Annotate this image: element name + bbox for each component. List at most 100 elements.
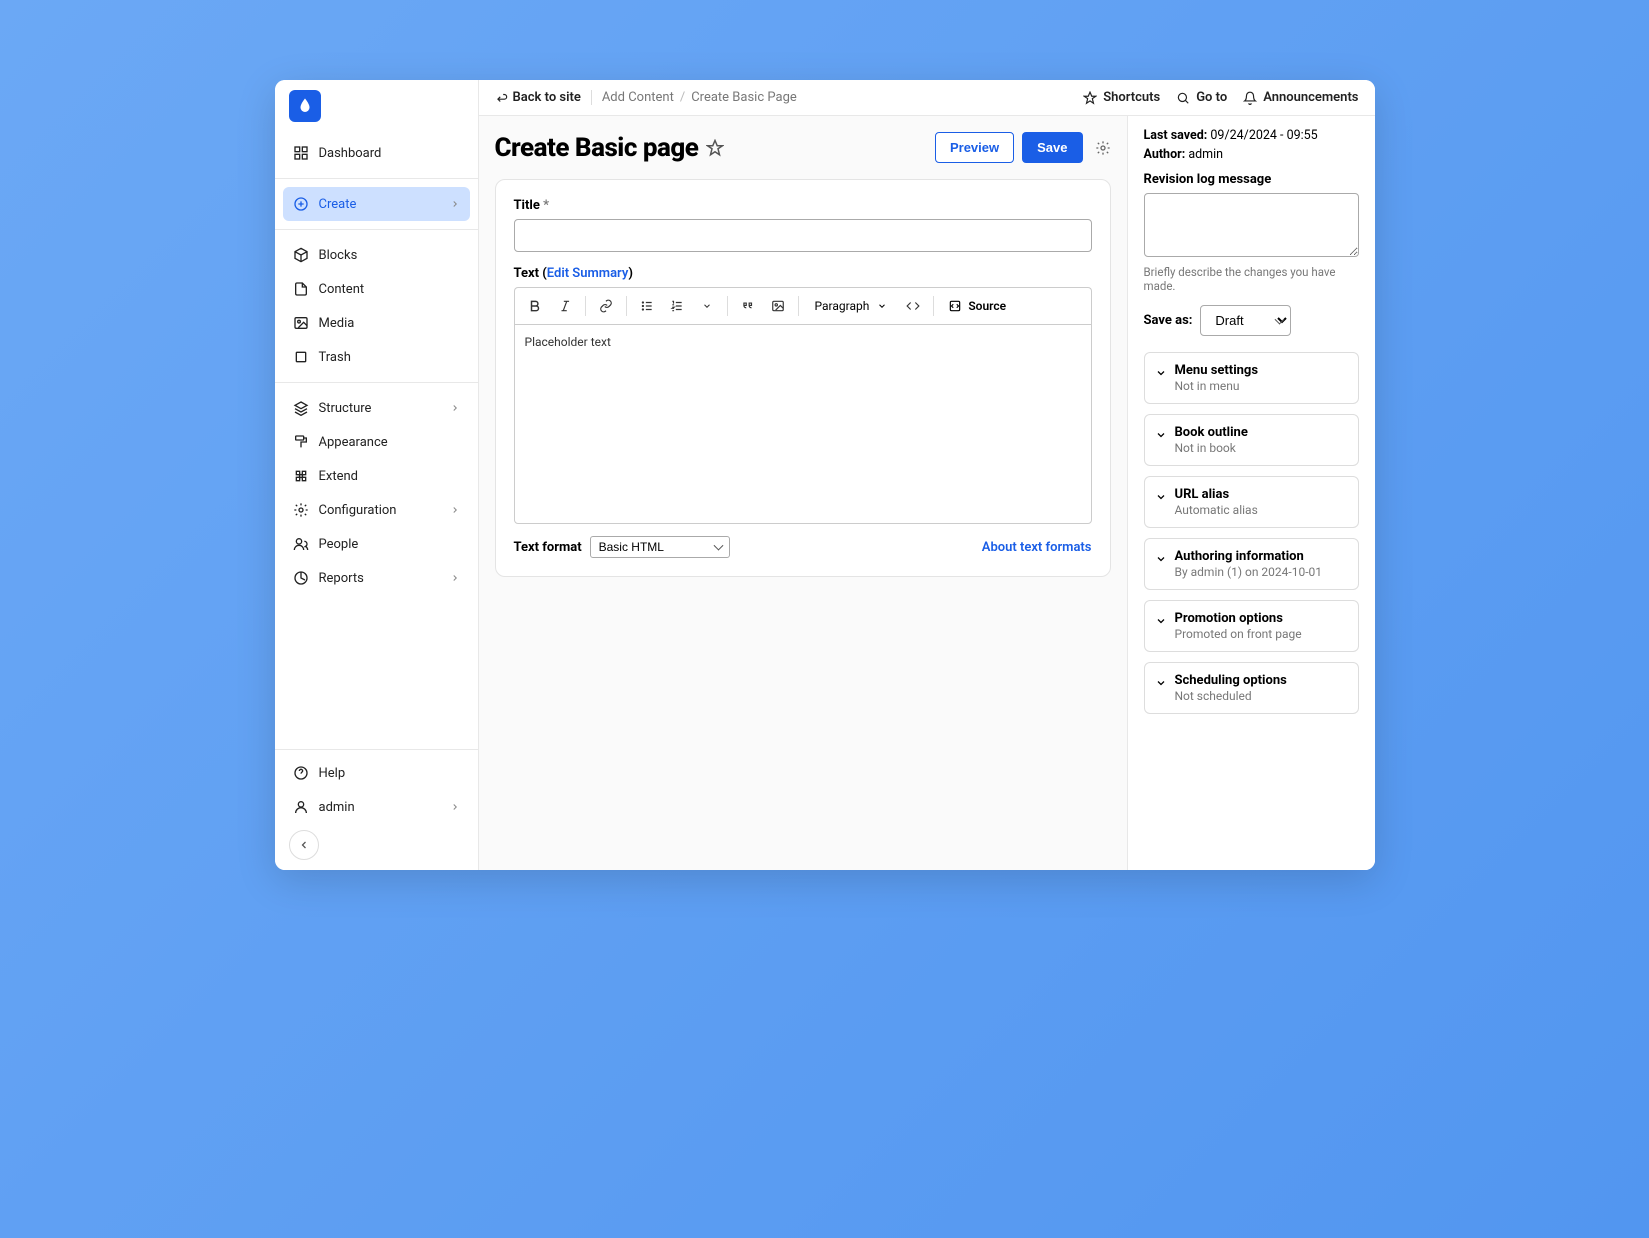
link-button[interactable]: [592, 292, 620, 320]
sidebar-item-admin[interactable]: admin: [283, 790, 470, 824]
code-button[interactable]: [899, 292, 927, 320]
text-format-select[interactable]: Basic HTML: [590, 536, 730, 558]
sidebar-label: Extend: [319, 469, 359, 484]
sidebar-item-dashboard[interactable]: Dashboard: [283, 136, 470, 170]
sidebar-label: admin: [319, 800, 355, 815]
sidebar-label: Media: [319, 316, 355, 331]
app-window: Dashboard Create Blocks Content Media: [275, 80, 1375, 870]
settings-gear-icon[interactable]: [1095, 140, 1111, 156]
save-as-label: Save as:: [1144, 313, 1193, 328]
users-icon: [293, 536, 309, 552]
topbar-left: Back to site Add Content / Create Basic …: [495, 90, 797, 105]
sidebar-item-people[interactable]: People: [283, 527, 470, 561]
report-icon: [293, 570, 309, 586]
sidebar: Dashboard Create Blocks Content Media: [275, 80, 479, 870]
layers-icon: [293, 400, 309, 416]
save-button[interactable]: Save: [1022, 132, 1082, 163]
sidebar-item-reports[interactable]: Reports: [283, 561, 470, 595]
nav-group-1: Dashboard: [275, 132, 478, 174]
save-as-select-wrap: Draft: [1200, 305, 1291, 336]
revision-help: Briefly describe the changes you have ma…: [1144, 265, 1359, 293]
breadcrumb-separator: /: [680, 90, 685, 105]
chevron-down-icon: [1155, 677, 1167, 689]
chevron-right-icon: [450, 573, 460, 583]
sidebar-item-configuration[interactable]: Configuration: [283, 493, 470, 527]
accordion-subtitle: Promoted on front page: [1175, 627, 1302, 641]
bullet-list-button[interactable]: [633, 292, 661, 320]
sidebar-item-create[interactable]: Create: [283, 187, 470, 221]
breadcrumb: Add Content / Create Basic Page: [602, 90, 797, 105]
goto-button[interactable]: Go to: [1176, 90, 1227, 105]
help-icon: [293, 765, 309, 781]
accordion-promotion-options[interactable]: Promotion options Promoted on front page: [1144, 600, 1359, 652]
form-card: Title * Text (Edit Summary): [495, 179, 1111, 577]
chevron-right-icon: [450, 802, 460, 812]
image-button[interactable]: [764, 292, 792, 320]
back-to-site-link[interactable]: Back to site: [495, 90, 592, 105]
required-indicator: *: [543, 198, 549, 213]
announcements-button[interactable]: Announcements: [1243, 90, 1358, 105]
sidebar-item-media[interactable]: Media: [283, 306, 470, 340]
paragraph-dropdown[interactable]: Paragraph: [805, 295, 898, 317]
text-format-select-wrap: Basic HTML: [590, 536, 730, 558]
favorite-star-icon[interactable]: [706, 139, 724, 157]
about-text-formats-link[interactable]: About text formats: [982, 540, 1092, 555]
sidebar-item-blocks[interactable]: Blocks: [283, 238, 470, 272]
source-button[interactable]: Source: [940, 295, 1014, 317]
topbar: Back to site Add Content / Create Basic …: [479, 80, 1375, 116]
main-content: Back to site Add Content / Create Basic …: [479, 80, 1375, 870]
sidebar-label: People: [319, 537, 359, 552]
sidebar-item-content[interactable]: Content: [283, 272, 470, 306]
numbered-list-button[interactable]: [663, 292, 691, 320]
toolbar-separator: [585, 296, 586, 316]
save-as-select[interactable]: Draft: [1200, 305, 1291, 336]
rte-editor[interactable]: Placeholder text: [514, 324, 1092, 524]
breadcrumb-item[interactable]: Add Content: [602, 90, 674, 105]
italic-button[interactable]: [551, 292, 579, 320]
revision-label: Revision log message: [1144, 172, 1359, 187]
accordion-authoring-info[interactable]: Authoring information By admin (1) on 20…: [1144, 538, 1359, 590]
accordion-subtitle: Not scheduled: [1175, 689, 1287, 703]
blockquote-button[interactable]: [734, 292, 762, 320]
chevron-down-icon: [1155, 491, 1167, 503]
page-header: Create Basic page Preview Save: [495, 132, 1111, 163]
title-input[interactable]: [514, 219, 1092, 252]
toolbar-separator: [798, 296, 799, 316]
plus-circle-icon: [293, 196, 309, 212]
edit-summary-link[interactable]: Edit Summary: [547, 266, 629, 281]
divider: [275, 382, 478, 383]
accordion-menu-settings[interactable]: Menu settings Not in menu: [1144, 352, 1359, 404]
breadcrumb-item[interactable]: Create Basic Page: [691, 90, 797, 105]
logo-container: [275, 80, 478, 132]
text-format-row: Text format Basic HTML About text format…: [514, 536, 1092, 558]
collapse-sidebar-button[interactable]: [289, 830, 319, 860]
accordion-title: Book outline: [1175, 425, 1248, 440]
sidebar-item-appearance[interactable]: Appearance: [283, 425, 470, 459]
chevron-right-icon: [450, 505, 460, 515]
topbar-right: Shortcuts Go to Announcements: [1083, 90, 1358, 105]
shortcuts-button[interactable]: Shortcuts: [1083, 90, 1160, 105]
sidebar-bottom: Help admin: [275, 749, 478, 870]
chevron-down-icon: [1155, 429, 1167, 441]
header-actions: Preview Save: [935, 132, 1111, 163]
sidebar-item-structure[interactable]: Structure: [283, 391, 470, 425]
toolbar-separator: [626, 296, 627, 316]
list-dropdown-button[interactable]: [693, 292, 721, 320]
revision-log-textarea[interactable]: [1144, 193, 1359, 257]
sidebar-label: Appearance: [319, 435, 388, 450]
nav-group-2: Blocks Content Media Trash: [275, 234, 478, 378]
accordion-url-alias[interactable]: URL alias Automatic alias: [1144, 476, 1359, 528]
sidebar-item-help[interactable]: Help: [283, 756, 470, 790]
preview-button[interactable]: Preview: [935, 132, 1014, 163]
sidebar-item-trash[interactable]: Trash: [283, 340, 470, 374]
cube-icon: [293, 247, 309, 263]
bold-button[interactable]: [521, 292, 549, 320]
accordion-scheduling-options[interactable]: Scheduling options Not scheduled: [1144, 662, 1359, 714]
sidebar-label: Help: [319, 766, 346, 781]
save-as-row: Save as: Draft: [1144, 305, 1359, 336]
sidebar-item-extend[interactable]: Extend: [283, 459, 470, 493]
accordion-title: URL alias: [1175, 487, 1258, 502]
chevron-right-icon: [450, 199, 460, 209]
accordion-book-outline[interactable]: Book outline Not in book: [1144, 414, 1359, 466]
drupal-logo[interactable]: [289, 90, 321, 122]
